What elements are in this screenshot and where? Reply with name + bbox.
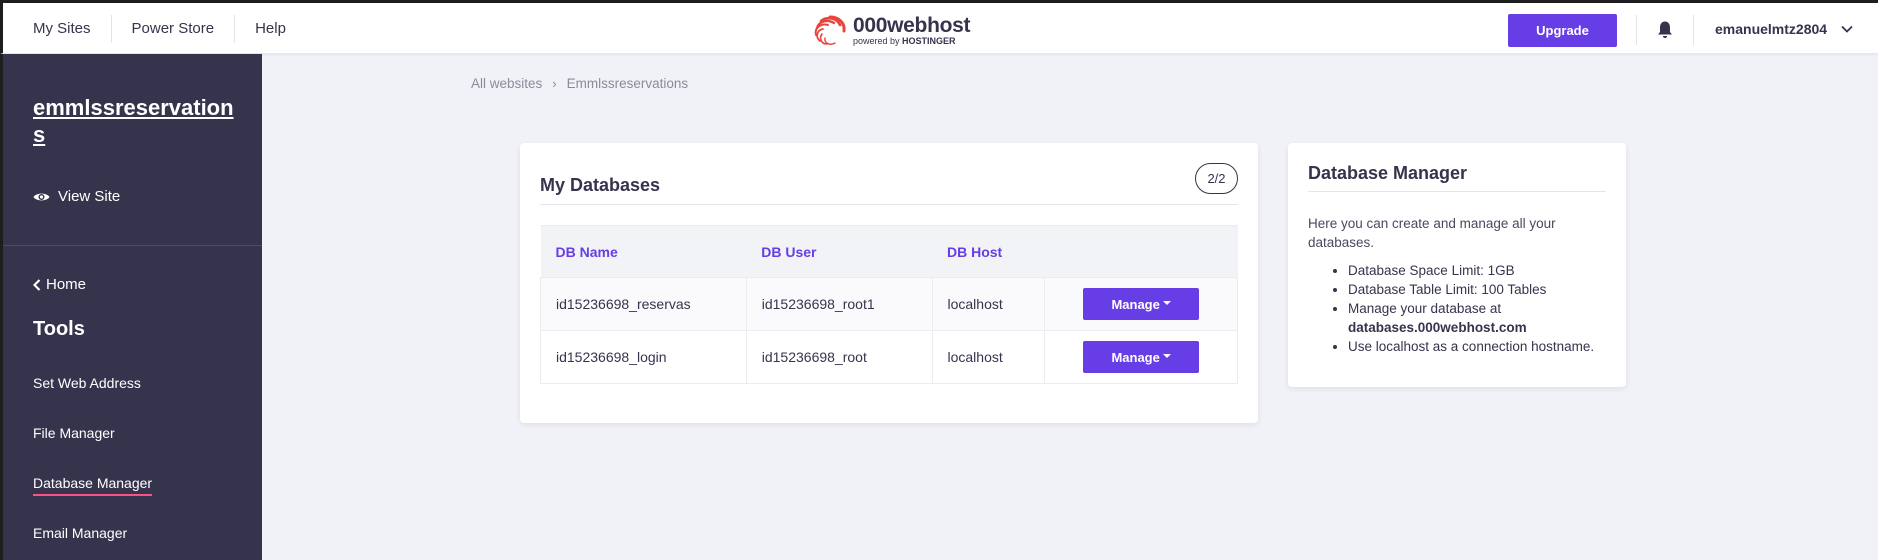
database-manager-info-card: Database Manager Here you can create and… (1288, 143, 1626, 387)
table-row: id15236698_login id15236698_root localho… (540, 330, 1238, 384)
database-count-badge: 2/2 (1195, 163, 1238, 194)
column-header-db-name: DB Name (540, 225, 747, 278)
logo[interactable]: 000webhost powered by HOSTINGER (811, 13, 971, 47)
user-menu[interactable]: emanuelmtz2804 (1715, 3, 1853, 54)
divider (1636, 15, 1637, 45)
table-row: id15236698_reservas id15236698_root1 loc… (540, 277, 1238, 331)
db-name-cell: id15236698_reservas (540, 277, 747, 331)
column-header-db-host: DB Host (932, 225, 1045, 278)
caret-down-icon (1162, 301, 1171, 305)
eye-icon (33, 193, 50, 200)
divider (1693, 15, 1694, 45)
breadcrumb-current: Emmlssreservations (566, 76, 689, 91)
tools-heading: Tools (33, 318, 85, 340)
sidebar-item-file-manager[interactable]: File Manager (33, 425, 115, 441)
logo-swirl-icon (814, 15, 846, 45)
manage-button[interactable]: Manage (1083, 341, 1200, 373)
logo-wordmark: 000webhost (853, 13, 971, 37)
breadcrumb: All websites › Emmlssreservations (471, 76, 688, 91)
info-list: Database Space Limit: 1GB Database Table… (1328, 261, 1618, 356)
nav-power-store[interactable]: Power Store (112, 14, 236, 43)
list-item: Use localhost as a connection hostname. (1348, 337, 1618, 356)
sidebar: emmlssreservations View Site Home Tools … (0, 54, 262, 560)
card-title: My Databases (540, 175, 661, 195)
bell-icon[interactable] (1656, 20, 1674, 40)
sidebar-divider (3, 245, 262, 246)
chevron-left-icon (33, 278, 41, 291)
actions-cell: Manage (1044, 330, 1238, 384)
sidebar-item-email-manager[interactable]: Email Manager (33, 525, 127, 541)
databases-table: DB Name DB User DB Host id15236698_reser… (540, 225, 1238, 384)
info-description: Here you can create and manage all your … (1308, 216, 1556, 250)
breadcrumb-all-websites[interactable]: All websites (471, 76, 542, 91)
nav-help[interactable]: Help (235, 15, 306, 43)
actions-cell: Manage (1044, 277, 1238, 331)
breadcrumb-separator-icon: › (552, 76, 557, 91)
list-item: Database Table Limit: 100 Tables (1348, 280, 1618, 299)
nav-my-sites[interactable]: My Sites (33, 14, 112, 43)
db-name-cell: id15236698_login (540, 330, 747, 384)
site-name-link[interactable]: emmlssreservations (33, 94, 243, 148)
top-bar: My Sites Power Store Help 000webhost pow… (0, 0, 1878, 54)
column-header-actions (1044, 225, 1238, 278)
db-user-cell: id15236698_root1 (745, 277, 933, 331)
db-host-cell: localhost (931, 277, 1046, 331)
list-item: Database Space Limit: 1GB (1348, 261, 1618, 280)
caret-down-icon (1162, 354, 1171, 358)
manage-button[interactable]: Manage (1083, 288, 1200, 320)
list-item: Manage your database atdatabases.000webh… (1348, 299, 1618, 337)
info-title: Database Manager (1308, 163, 1468, 183)
db-host-cell: localhost (931, 330, 1046, 384)
chevron-down-icon (1841, 25, 1853, 33)
my-databases-card: My Databases 2/2 DB Name DB User DB Host… (520, 143, 1258, 423)
home-link[interactable]: Home (33, 276, 86, 293)
divider (540, 204, 1238, 205)
column-header-db-user: DB User (746, 225, 932, 278)
table-header-row: DB Name DB User DB Host (540, 225, 1238, 278)
upgrade-button[interactable]: Upgrade (1508, 14, 1617, 47)
view-site-link[interactable]: View Site (33, 188, 120, 205)
db-user-cell: id15236698_root (745, 330, 933, 384)
sidebar-item-set-web-address[interactable]: Set Web Address (33, 375, 141, 391)
logo-tagline: powered by HOSTINGER (853, 35, 956, 46)
username: emanuelmtz2804 (1715, 20, 1828, 37)
view-site-label: View Site (58, 188, 121, 205)
home-label: Home (46, 276, 87, 293)
sidebar-item-database-manager[interactable]: Database Manager (33, 475, 153, 496)
manage-url: databases.000webhost.com (1348, 320, 1527, 335)
top-nav: My Sites Power Store Help (33, 3, 306, 54)
divider (1308, 191, 1606, 192)
